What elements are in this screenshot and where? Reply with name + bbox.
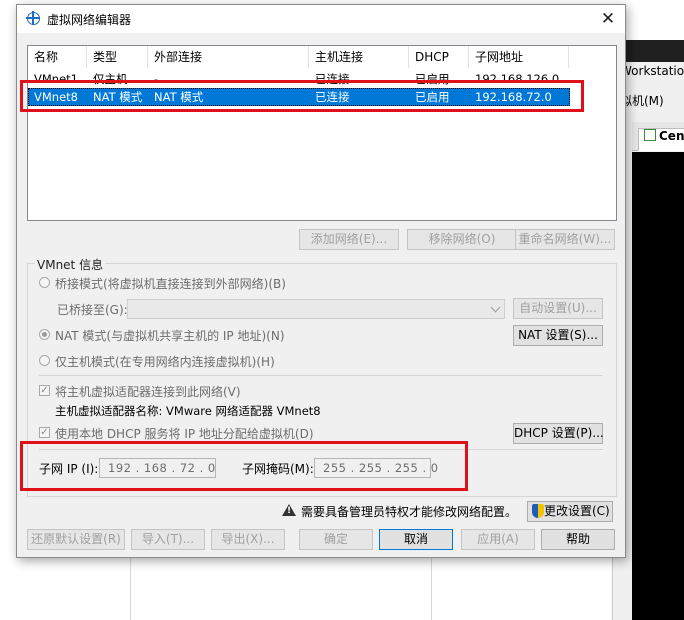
- import-button[interactable]: 导入(T)...: [131, 529, 205, 550]
- divider: [39, 375, 603, 376]
- bridged-to-label: 已桥接至(G):: [57, 303, 128, 317]
- vmnet-info-label: VMnet 信息: [35, 256, 106, 273]
- column-header-type[interactable]: 类型: [87, 46, 148, 68]
- admin-notice-text: 需要具备管理员特权才能修改网络配置。: [301, 505, 518, 519]
- host-only-radio[interactable]: [39, 355, 50, 366]
- connect-adapter-checkbox[interactable]: ✓: [39, 385, 50, 396]
- close-button[interactable]: ✕: [597, 9, 619, 29]
- background-panel: [130, 555, 432, 620]
- export-button[interactable]: 导出(X)...: [211, 529, 285, 550]
- cancel-button[interactable]: 取消: [379, 529, 453, 550]
- nat-mode-radio[interactable]: [39, 329, 50, 340]
- annotation-highlight-subnet-fields: [20, 441, 468, 491]
- change-settings-label: 更改设置(C): [544, 504, 610, 518]
- nat-mode-label: NAT 模式(与虚拟机共享主机的 IP 地址)(N): [55, 329, 285, 343]
- help-button[interactable]: 帮助: [541, 529, 615, 550]
- bridged-mode-radio[interactable]: [39, 277, 50, 288]
- column-header-subnet[interactable]: 子网地址: [469, 46, 569, 68]
- host-only-label: 仅主机模式(在专用网络内连接虚拟机)(H): [55, 355, 275, 369]
- column-header-host[interactable]: 主机连接: [309, 46, 409, 68]
- background-app-title: Workstatio: [620, 64, 684, 78]
- warning-icon: [282, 504, 296, 516]
- annotation-highlight-selected-row: [20, 80, 584, 112]
- chevron-down-icon: [490, 302, 501, 313]
- dialog-title: 虚拟网络编辑器: [47, 13, 132, 27]
- background-vm-tab[interactable]: Cen: [638, 128, 684, 151]
- column-header-dhcp[interactable]: DHCP: [409, 46, 469, 68]
- column-header-name[interactable]: 名称: [28, 46, 87, 68]
- use-dhcp-label: 使用本地 DHCP 服务将 IP 地址分配给虚拟机(D): [55, 427, 314, 441]
- apply-button[interactable]: 应用(A): [461, 529, 535, 550]
- auto-settings-button[interactable]: 自动设置(U)...: [513, 298, 603, 319]
- vm-console[interactable]: [632, 152, 684, 620]
- adapter-name-text: 主机虚拟适配器名称: VMware 网络适配器 VMnet8: [55, 404, 321, 418]
- network-list-header: 名称 类型 外部连接 主机连接 DHCP 子网地址: [28, 46, 616, 68]
- bridged-mode-label: 桥接模式(将虚拟机直接连接到外部网络)(B): [55, 277, 286, 291]
- rename-network-button[interactable]: 重命名网络(W)...: [515, 229, 615, 250]
- vm-tab-icon: [644, 129, 656, 141]
- restore-defaults-button[interactable]: 还原默认设置(R): [27, 529, 125, 550]
- bridged-to-select[interactable]: [127, 299, 505, 319]
- nat-settings-button[interactable]: NAT 设置(S)...: [513, 325, 603, 346]
- background-menu-vm[interactable]: 拟机(M): [620, 92, 664, 109]
- change-settings-button[interactable]: 更改设置(C): [527, 501, 613, 522]
- uac-shield-icon: [532, 504, 544, 518]
- remove-network-button[interactable]: 移除网络(O): [407, 229, 517, 250]
- dhcp-settings-button[interactable]: DHCP 设置(P)...: [513, 423, 604, 444]
- network-list[interactable]: 名称 类型 外部连接 主机连接 DHCP 子网地址 VMnet1 仅主机... …: [27, 45, 617, 221]
- connect-adapter-label: 将主机虚拟适配器连接到此网络(V): [55, 385, 241, 399]
- column-header-external[interactable]: 外部连接: [148, 46, 309, 68]
- dialog-titlebar: 虚拟网络编辑器 ✕: [17, 5, 625, 33]
- ok-button[interactable]: 确定: [299, 529, 373, 550]
- background-tab-label: Cen: [659, 129, 684, 143]
- add-network-button[interactable]: 添加网络(E)...: [299, 229, 399, 250]
- use-dhcp-checkbox[interactable]: ✓: [39, 427, 50, 438]
- network-globe-icon: [26, 12, 40, 25]
